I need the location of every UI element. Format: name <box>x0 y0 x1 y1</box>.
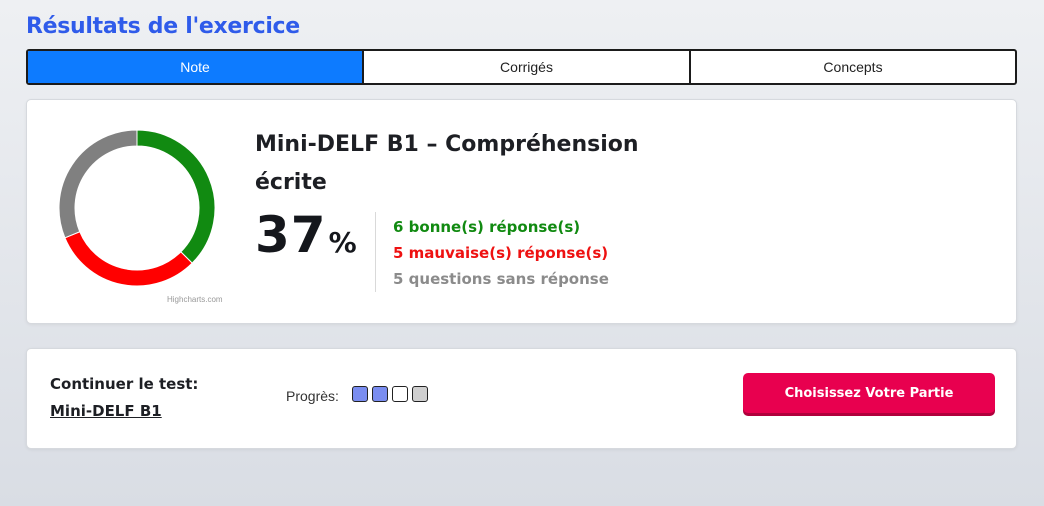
tab-concepts[interactable]: Concepts <box>691 51 1015 83</box>
donut-slice <box>58 129 138 239</box>
continue-card: Continuer le test: Mini-DELF B1 Progrès:… <box>26 348 1017 449</box>
chart-credit: Highcharts.com <box>167 295 223 304</box>
continue-test-link[interactable]: Mini-DELF B1 <box>50 402 162 420</box>
result-tabs: Note Corrigés Concepts <box>26 49 1017 85</box>
continue-label: Continuer le test: <box>50 375 199 393</box>
tab-note[interactable]: Note <box>28 51 364 83</box>
stat-unanswered: 5 questions sans réponse <box>393 270 609 288</box>
progress-step-box <box>372 386 388 402</box>
score-card: Highcharts.com Mini-DELF B1 – Compréhens… <box>26 99 1017 324</box>
results-donut-chart <box>57 128 217 288</box>
score-value: 37 <box>255 206 327 264</box>
progress-indicator <box>352 386 428 402</box>
score-percentage: 37 % <box>255 206 357 264</box>
donut-slice <box>64 231 193 287</box>
donut-slice <box>136 129 216 264</box>
score-divider <box>375 212 376 292</box>
progress-step-box <box>412 386 428 402</box>
progress-label: Progrès: <box>286 388 339 404</box>
progress-step-box <box>392 386 408 402</box>
choose-part-button[interactable]: Choisissez Votre Partie <box>743 373 995 413</box>
stat-wrong: 5 mauvaise(s) réponse(s) <box>393 244 609 262</box>
progress-step-box <box>352 386 368 402</box>
tab-corriges[interactable]: Corrigés <box>364 51 691 83</box>
answer-stats: 6 bonne(s) réponse(s) 5 mauvaise(s) répo… <box>393 214 609 292</box>
page-title: Résultats de l'exercice <box>26 14 300 39</box>
score-unit: % <box>328 226 357 259</box>
test-title: Mini-DELF B1 – Compréhension écrite <box>255 132 639 195</box>
stat-correct: 6 bonne(s) réponse(s) <box>393 218 581 236</box>
donut-svg <box>58 129 216 287</box>
